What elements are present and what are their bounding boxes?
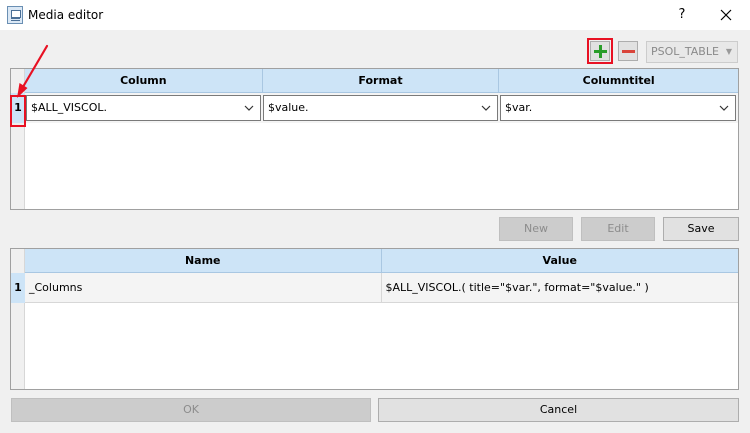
chevron-down-icon [481, 105, 491, 111]
columns-grid: Column Format Columntitel 1 $ALL_VISCOL.… [10, 68, 739, 210]
help-button[interactable]: ? [670, 4, 694, 26]
ok-button[interactable]: OK [11, 398, 371, 422]
columns-grid-header: Column Format Columntitel [25, 69, 738, 93]
save-button[interactable]: Save [663, 217, 739, 241]
format-combo-value: $value. [268, 101, 309, 114]
table-row[interactable]: 1 _Columns $ALL_VISCOL.( title="$var.", … [11, 273, 738, 303]
value-cell[interactable]: $ALL_VISCOL.( title="$var.", format="$va… [381, 273, 738, 303]
close-icon [720, 9, 732, 21]
row-header-strip [11, 69, 25, 209]
chevron-down-icon [244, 105, 254, 111]
column-combo-value: $ALL_VISCOL. [31, 101, 107, 114]
column-header-format[interactable]: Format [263, 69, 500, 92]
row-header-strip [11, 249, 25, 389]
table-row[interactable]: 1 $ALL_VISCOL. $value. $var. [11, 93, 738, 123]
column-header-column[interactable]: Column [25, 69, 263, 92]
chevron-down-icon [719, 105, 729, 111]
table-select[interactable]: PSOL_TABLE ▼ [646, 41, 738, 63]
media-editor-icon [7, 6, 23, 24]
values-grid: Name Value 1 _Columns $ALL_VISCOL.( titl… [10, 248, 739, 390]
row-number[interactable]: 1 [11, 273, 25, 303]
new-button[interactable]: New [499, 217, 573, 241]
window-title: Media editor [28, 8, 104, 22]
columntitel-combo[interactable]: $var. [500, 95, 736, 121]
column-header-columntitel[interactable]: Columntitel [499, 69, 738, 92]
title-bar: Media editor ? [0, 0, 750, 30]
close-button[interactable] [712, 4, 740, 26]
values-grid-header: Name Value [25, 249, 738, 273]
table-select-value: PSOL_TABLE [651, 45, 719, 58]
column-header-name[interactable]: Name [25, 249, 382, 272]
format-combo[interactable]: $value. [263, 95, 498, 121]
edit-button[interactable]: Edit [581, 217, 655, 241]
name-cell[interactable]: _Columns [25, 273, 382, 303]
add-column-button[interactable] [587, 38, 613, 64]
columntitel-combo-value: $var. [505, 101, 533, 114]
row-number-highlight [10, 95, 26, 127]
chevron-down-icon: ▼ [725, 47, 732, 56]
cancel-button[interactable]: Cancel [378, 398, 739, 422]
remove-column-button[interactable] [618, 41, 638, 61]
column-header-value[interactable]: Value [382, 249, 739, 272]
column-combo[interactable]: $ALL_VISCOL. [26, 95, 261, 121]
